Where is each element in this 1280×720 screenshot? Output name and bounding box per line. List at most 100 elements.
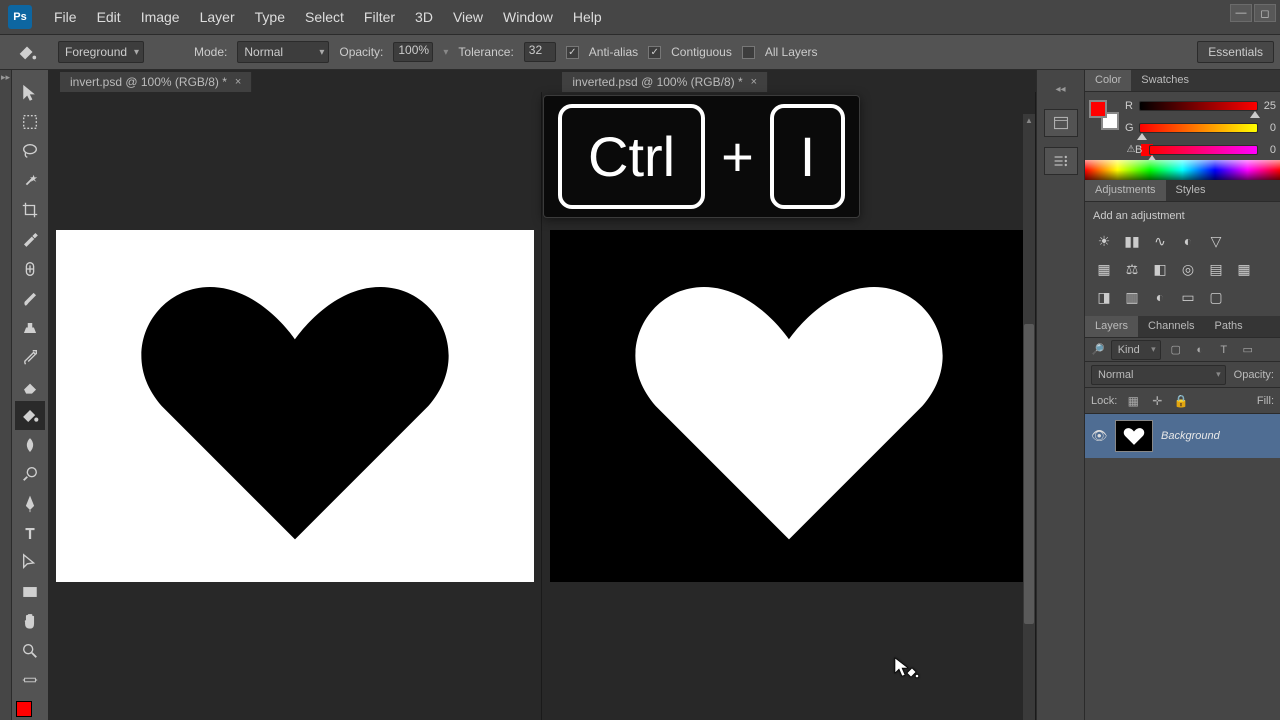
hand-tool[interactable] [15,606,45,635]
levels-icon[interactable]: ▮▮ [1121,230,1143,252]
vertical-scrollbar[interactable]: ▲ [1023,114,1035,720]
dodge-tool[interactable] [15,460,45,489]
g-value[interactable]: 0 [1262,122,1276,134]
layer-thumbnail[interactable] [1115,420,1153,452]
menu-window[interactable]: Window [493,9,563,25]
eyedropper-tool[interactable] [15,225,45,254]
fill-mode-dropdown[interactable]: Foreground [58,41,144,63]
history-brush-tool[interactable] [15,342,45,371]
adjustments-tab[interactable]: Adjustments [1085,180,1166,201]
b-value[interactable]: 0 [1262,144,1276,156]
lock-all-icon[interactable]: 🔒 [1173,393,1189,409]
exposure-icon[interactable]: ◐ [1177,230,1199,252]
lasso-tool[interactable] [15,137,45,166]
contiguous-checkbox[interactable] [648,46,661,59]
threshold-icon[interactable]: ◐ [1149,286,1171,308]
foreground-swatch[interactable] [1089,100,1107,118]
pen-tool[interactable] [15,489,45,518]
color-panel-swatches[interactable] [1089,100,1119,130]
channels-tab[interactable]: Channels [1138,316,1204,337]
filter-shape-icon[interactable]: ▭ [1239,342,1257,358]
brightness-icon[interactable]: ☀ [1093,230,1115,252]
photo-filter-icon[interactable]: ◎ [1177,258,1199,280]
history-panel-icon[interactable] [1044,109,1078,137]
workspace-essentials-button[interactable]: Essentials [1197,41,1274,63]
move-tool[interactable] [15,78,45,107]
canvas-left[interactable] [48,92,542,720]
menu-filter[interactable]: Filter [354,9,405,25]
lut-icon[interactable]: ▦ [1233,258,1255,280]
blend-mode-dropdown[interactable]: Normal [1091,365,1226,385]
close-icon[interactable]: × [235,76,241,88]
paths-tab[interactable]: Paths [1205,316,1253,337]
curves-icon[interactable]: ∿ [1149,230,1171,252]
menu-view[interactable]: View [443,9,493,25]
menu-image[interactable]: Image [131,9,190,25]
filter-image-icon[interactable]: ▢ [1167,342,1185,358]
color-ramp[interactable] [1085,160,1280,180]
brush-tool[interactable] [15,284,45,313]
rectangle-tool[interactable] [15,577,45,606]
type-tool[interactable]: T [15,518,45,547]
menu-file[interactable]: File [44,9,87,25]
toolbox-expand-strip[interactable]: ▸▸ [0,70,12,720]
swatches-tab[interactable]: Swatches [1131,70,1199,91]
posterize-icon[interactable]: ▥ [1121,286,1143,308]
minimize-button[interactable]: — [1230,4,1252,22]
foreground-color-swatch[interactable] [16,701,32,717]
clone-stamp-tool[interactable] [15,313,45,342]
selective-color-icon[interactable]: ▢ [1205,286,1227,308]
visibility-eye-icon[interactable]: 👁 [1091,428,1107,444]
antialias-checkbox[interactable] [566,46,579,59]
lock-pixels-icon[interactable]: ▦ [1125,393,1141,409]
foreground-background-colors[interactable] [16,701,44,720]
path-selection-tool[interactable] [15,548,45,577]
crop-tool[interactable] [15,195,45,224]
document-tab-1[interactable]: invert.psd @ 100% (RGB/8) * × [60,72,252,92]
filter-icon[interactable]: 🔎 [1091,343,1105,356]
r-slider[interactable] [1139,101,1258,111]
document-tab-2[interactable]: inverted.psd @ 100% (RGB/8) * × [562,72,768,92]
misc-tool[interactable] [15,665,45,694]
color-tab[interactable]: Color [1085,70,1131,91]
vibrance-icon[interactable]: ▽ [1205,230,1227,252]
b-slider[interactable] [1149,145,1258,155]
filter-kind-dropdown[interactable]: Kind [1111,340,1161,360]
scroll-thumb[interactable] [1024,324,1034,624]
properties-panel-icon[interactable] [1044,147,1078,175]
mode-dropdown[interactable]: Normal [237,41,329,63]
scroll-up-icon[interactable]: ▲ [1023,114,1035,126]
lock-position-icon[interactable]: ✛ [1149,393,1165,409]
invert-icon[interactable]: ◨ [1093,286,1115,308]
opacity-dropdown-icon[interactable]: ▾ [443,47,448,58]
zoom-tool[interactable] [15,636,45,665]
g-slider[interactable] [1139,123,1258,133]
opacity-input[interactable]: 100% [393,42,433,62]
menu-layer[interactable]: Layer [190,9,245,25]
magic-wand-tool[interactable] [15,166,45,195]
r-value[interactable]: 25 [1262,100,1276,112]
blur-tool[interactable] [15,430,45,459]
hue-icon[interactable]: ▦ [1093,258,1115,280]
menu-select[interactable]: Select [295,9,354,25]
alllayers-checkbox[interactable] [742,46,755,59]
collapse-panels-icon[interactable]: ◂◂ [1055,84,1065,95]
menu-type[interactable]: Type [245,9,295,25]
bw-icon[interactable]: ◧ [1149,258,1171,280]
close-icon[interactable]: × [751,76,757,88]
paint-bucket-tool[interactable] [15,401,45,430]
channel-mixer-icon[interactable]: ▤ [1205,258,1227,280]
gradient-map-icon[interactable]: ▭ [1177,286,1199,308]
balance-icon[interactable]: ⚖ [1121,258,1143,280]
layers-tab[interactable]: Layers [1085,316,1138,337]
healing-brush-tool[interactable] [15,254,45,283]
layer-row-background[interactable]: 👁 Background [1085,414,1280,458]
marquee-tool[interactable] [15,107,45,136]
menu-help[interactable]: Help [563,9,612,25]
eraser-tool[interactable] [15,372,45,401]
styles-tab[interactable]: Styles [1166,180,1216,201]
filter-adj-icon[interactable]: ◐ [1191,342,1209,358]
tolerance-input[interactable]: 32 [524,42,556,62]
maximize-button[interactable]: ◻ [1254,4,1276,22]
filter-type-icon[interactable]: T [1215,342,1233,358]
